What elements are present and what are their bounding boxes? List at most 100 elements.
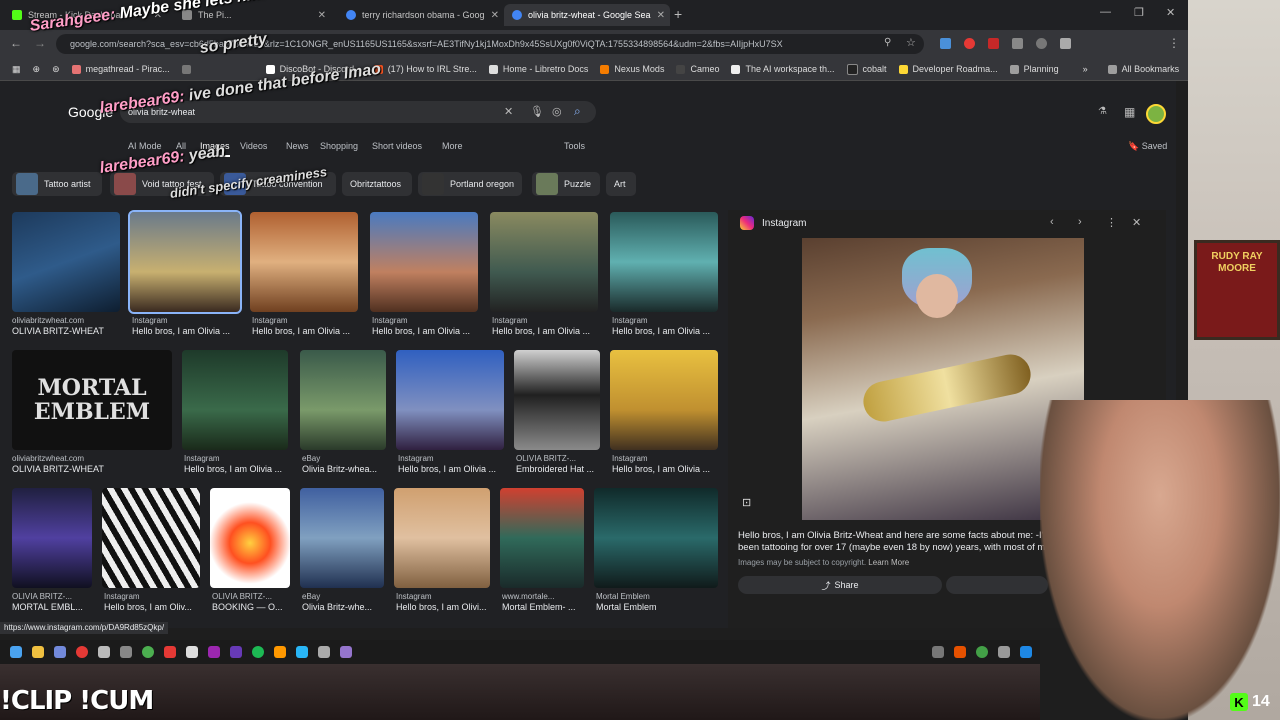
image-result[interactable] xyxy=(210,488,290,588)
image-result[interactable] xyxy=(12,212,120,312)
result-caption[interactable]: OLIVIA BRITZ-... Embroidered Hat ... xyxy=(516,454,606,474)
image-result[interactable] xyxy=(12,488,92,588)
app-icon[interactable] xyxy=(98,646,110,658)
close-window-icon[interactable]: ✕ xyxy=(1166,6,1175,19)
image-result[interactable] xyxy=(250,212,358,312)
result-caption[interactable]: eBay Olivia Britz-whe... xyxy=(302,592,390,612)
learn-more-link[interactable]: Learn More xyxy=(868,558,909,567)
apps-icon[interactable]: ▦ xyxy=(12,64,21,75)
extension-icon[interactable] xyxy=(940,38,951,49)
tools-button[interactable]: Tools xyxy=(564,141,585,151)
result-caption[interactable]: Instagram Hello bros, I am Olivia ... xyxy=(252,316,360,336)
app-icon[interactable] xyxy=(318,646,330,658)
image-result[interactable] xyxy=(102,488,200,588)
tray-icon[interactable] xyxy=(954,646,966,658)
close-preview-icon[interactable]: ✕ xyxy=(1132,216,1141,229)
url-field[interactable]: google.com/search?sca_esv=cb6d5bae78091a… xyxy=(56,34,924,54)
result-caption[interactable]: eBay Olivia Britz-whea... xyxy=(302,454,388,474)
puzzle-icon[interactable] xyxy=(1060,38,1071,49)
image-result[interactable] xyxy=(182,350,288,450)
clear-icon[interactable]: ✕ xyxy=(504,105,513,118)
app-icon[interactable] xyxy=(274,646,286,658)
camera-lens-icon[interactable]: ◎ xyxy=(552,105,562,118)
image-result[interactable] xyxy=(300,350,386,450)
more-options-icon[interactable]: ⋮ xyxy=(1106,216,1117,229)
image-result[interactable] xyxy=(610,350,718,450)
app-icon[interactable] xyxy=(208,646,220,658)
windows-icon[interactable] xyxy=(10,646,22,658)
chip-tattoo-artist[interactable]: Tattoo artist xyxy=(12,172,102,196)
app-icon[interactable] xyxy=(186,646,198,658)
folder-icon[interactable] xyxy=(32,646,44,658)
tab-news[interactable]: News xyxy=(286,141,309,151)
image-result[interactable] xyxy=(500,488,584,588)
preview-source[interactable]: Instagram xyxy=(762,218,806,229)
bookmark-cameo[interactable]: Cameo xyxy=(676,64,719,74)
maximize-icon[interactable]: ❐ xyxy=(1134,6,1144,19)
bookmark-icon[interactable]: ⊛ xyxy=(52,64,60,75)
chrome-icon[interactable] xyxy=(142,646,154,658)
bookmark-cobalt[interactable]: cobalt xyxy=(846,63,887,75)
image-result[interactable] xyxy=(594,488,718,588)
image-result[interactable] xyxy=(300,488,384,588)
image-result-selected[interactable] xyxy=(128,210,242,314)
search-icon[interactable]: ⌕ xyxy=(574,104,581,119)
apps-grid-icon[interactable]: ▦ xyxy=(1124,105,1135,119)
result-caption[interactable]: www.mortale... Mortal Emblem- ... xyxy=(502,592,590,612)
tray-icon[interactable] xyxy=(1020,646,1032,658)
chevron-left-icon[interactable]: ‹ xyxy=(1050,216,1054,228)
chevron-right-icon[interactable]: › xyxy=(1078,216,1082,228)
bookmark-irl-stream[interactable]: (17) How to IRL Stre... xyxy=(373,64,477,74)
bookmark-ai-workspace[interactable]: The AI workspace th... xyxy=(731,64,835,74)
result-caption[interactable]: Mortal Emblem Mortal Emblem xyxy=(596,592,716,612)
labs-icon[interactable]: ⚗ xyxy=(1098,106,1107,117)
bookmark-megathread[interactable]: megathread - Pirac... xyxy=(71,64,170,74)
save-button[interactable] xyxy=(946,576,1048,594)
microphone-icon[interactable]: 🎙 xyxy=(530,105,544,118)
tray-icon[interactable] xyxy=(932,646,944,658)
tab-olivia-search[interactable]: olivia britz-wheat - Google Sea ✕ xyxy=(504,4,670,26)
chip-portland-oregon[interactable]: Portland oregon xyxy=(418,172,522,196)
tab-more[interactable]: More xyxy=(442,141,463,151)
tab-short-videos[interactable]: Short videos xyxy=(372,141,422,151)
result-caption[interactable]: OLIVIA BRITZ-... MORTAL EMBL... xyxy=(12,592,96,612)
image-result[interactable] xyxy=(610,212,718,312)
back-icon[interactable]: ← xyxy=(10,36,22,50)
extension-icon[interactable] xyxy=(1012,38,1023,49)
chip-puzzle[interactable]: Puzzle xyxy=(532,172,600,196)
image-result[interactable] xyxy=(490,212,598,312)
tab-terry-search[interactable]: terry richardson obama - Goog ✕ xyxy=(338,4,498,26)
result-caption[interactable]: Instagram Hello bros, I am Olivia ... xyxy=(398,454,506,474)
spotify-icon[interactable] xyxy=(252,646,264,658)
bookmark-libretro[interactable]: Home - Libretro Docs xyxy=(488,64,588,74)
menu-icon[interactable]: ⋮ xyxy=(1168,36,1180,50)
result-caption[interactable]: oliviabritzwheat.com OLIVIA BRITZ-WHEAT xyxy=(12,316,120,336)
saved-button[interactable]: 🔖 Saved xyxy=(1128,141,1167,152)
more-bookmarks-icon[interactable]: » xyxy=(1083,64,1088,74)
extension-icon[interactable] xyxy=(1036,38,1047,49)
result-caption[interactable]: Instagram Hello bros, I am Olivia ... xyxy=(184,454,290,474)
close-icon[interactable]: ✕ xyxy=(312,10,326,21)
bookmark-nexus[interactable]: Nexus Mods xyxy=(600,64,664,74)
result-caption[interactable]: Instagram Hello bros, I am Olivia ... xyxy=(132,316,240,336)
lens-icon[interactable]: ⊡ xyxy=(742,496,751,509)
result-caption[interactable]: Instagram Hello bros, I am Olivia ... xyxy=(612,454,720,474)
image-result[interactable] xyxy=(394,488,490,588)
all-bookmarks[interactable]: All Bookmarks xyxy=(1107,64,1179,74)
tray-icon[interactable] xyxy=(976,646,988,658)
close-icon[interactable]: ✕ xyxy=(651,10,665,21)
extension-icon[interactable] xyxy=(964,38,975,49)
tab-videos[interactable]: Videos xyxy=(240,141,267,151)
bookmark-icon[interactable]: ⊕ xyxy=(33,64,41,75)
forward-icon[interactable]: → xyxy=(34,36,46,50)
new-tab-button[interactable]: + xyxy=(674,6,682,22)
discord-icon[interactable] xyxy=(54,646,66,658)
tray-icon[interactable] xyxy=(998,646,1010,658)
app-icon[interactable] xyxy=(296,646,308,658)
chip-obritztattoos[interactable]: Obritztattoos xyxy=(342,172,412,196)
bookmark-star-icon[interactable]: ☆ xyxy=(906,36,916,49)
bookmark-folder-planning[interactable]: Planning xyxy=(1009,64,1059,74)
share-button[interactable]: ⤴ Share xyxy=(738,576,942,594)
result-caption[interactable]: Instagram Hello bros, I am Olivia ... xyxy=(372,316,480,336)
result-caption[interactable]: OLIVIA BRITZ-... BOOKING — O... xyxy=(212,592,296,612)
